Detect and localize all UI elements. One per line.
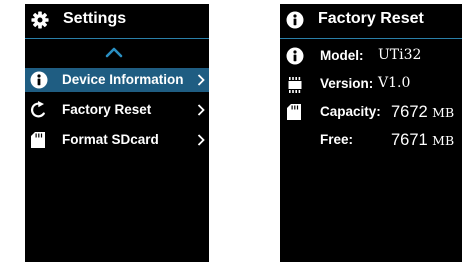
settings-screen: Settings Device Information Factory Rese… bbox=[25, 4, 209, 262]
settings-title-bar: Settings bbox=[25, 4, 209, 39]
capacity-number: 7672 bbox=[391, 103, 428, 121]
model-label: Model: bbox=[320, 48, 364, 63]
free-label: Free: bbox=[320, 132, 354, 147]
menu-item-label: Device Information bbox=[62, 72, 184, 87]
version-value: V1.0 bbox=[378, 75, 411, 91]
sdcard-icon bbox=[31, 132, 45, 148]
chevron-right-icon bbox=[197, 104, 205, 116]
version-row: Version: V1.0 bbox=[280, 72, 462, 96]
sdcard-icon bbox=[287, 104, 301, 120]
reset-icon bbox=[30, 101, 45, 118]
capacity-label: Capacity: bbox=[320, 104, 381, 119]
free-value: 7671 MB bbox=[391, 131, 454, 150]
gear-icon bbox=[31, 11, 49, 29]
free-unit: MB bbox=[432, 133, 455, 148]
free-row: Free: 7671 MB bbox=[280, 128, 462, 152]
model-row: Model: UTi32 bbox=[280, 44, 462, 68]
info-title-bar: Factory Reset bbox=[280, 4, 462, 39]
settings-title: Settings bbox=[63, 10, 127, 27]
info-title: Factory Reset bbox=[318, 10, 424, 27]
model-value: UTi32 bbox=[378, 47, 422, 63]
info-icon bbox=[30, 71, 48, 89]
version-label: Version: bbox=[320, 76, 374, 91]
menu-item-format-sdcard[interactable]: Format SDcard bbox=[25, 128, 209, 152]
info-icon bbox=[286, 11, 304, 29]
menu-item-label: Format SDcard bbox=[62, 132, 159, 147]
menu-item-factory-reset[interactable]: Factory Reset bbox=[25, 98, 209, 122]
free-number: 7671 bbox=[391, 131, 428, 149]
capacity-unit: MB bbox=[432, 105, 455, 120]
chip-icon bbox=[288, 77, 302, 93]
info-icon bbox=[286, 47, 304, 65]
menu-item-device-information[interactable]: Device Information bbox=[25, 68, 209, 92]
chevron-up-icon[interactable] bbox=[105, 47, 123, 58]
device-info-screen: Factory Reset Model: UTi32 Version: V1.0… bbox=[280, 4, 462, 262]
chevron-right-icon bbox=[197, 134, 205, 146]
chevron-right-icon bbox=[197, 74, 205, 86]
menu-item-label: Factory Reset bbox=[62, 102, 152, 117]
capacity-value: 7672 MB bbox=[391, 103, 454, 122]
capacity-row: Capacity: 7672 MB bbox=[280, 100, 462, 124]
